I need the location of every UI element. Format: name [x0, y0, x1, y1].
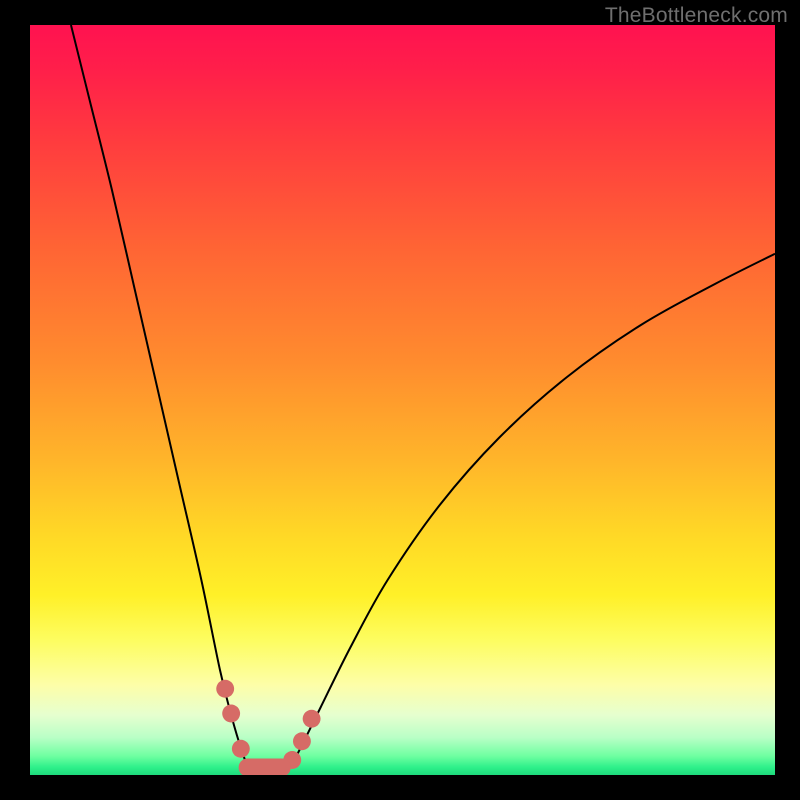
marker-dot	[216, 680, 234, 698]
marker-dot	[293, 732, 311, 750]
marker-dot	[232, 740, 250, 758]
marker-group	[216, 680, 320, 769]
chart-frame: TheBottleneck.com	[0, 0, 800, 800]
watermark-text: TheBottleneck.com	[605, 4, 788, 28]
curve-right-branch	[287, 254, 775, 772]
plot-area	[30, 25, 775, 775]
curve-layer	[30, 25, 775, 775]
floor-bar	[239, 759, 291, 776]
curve-left-branch	[71, 25, 250, 771]
marker-dot	[222, 705, 240, 723]
marker-dot	[303, 710, 321, 728]
